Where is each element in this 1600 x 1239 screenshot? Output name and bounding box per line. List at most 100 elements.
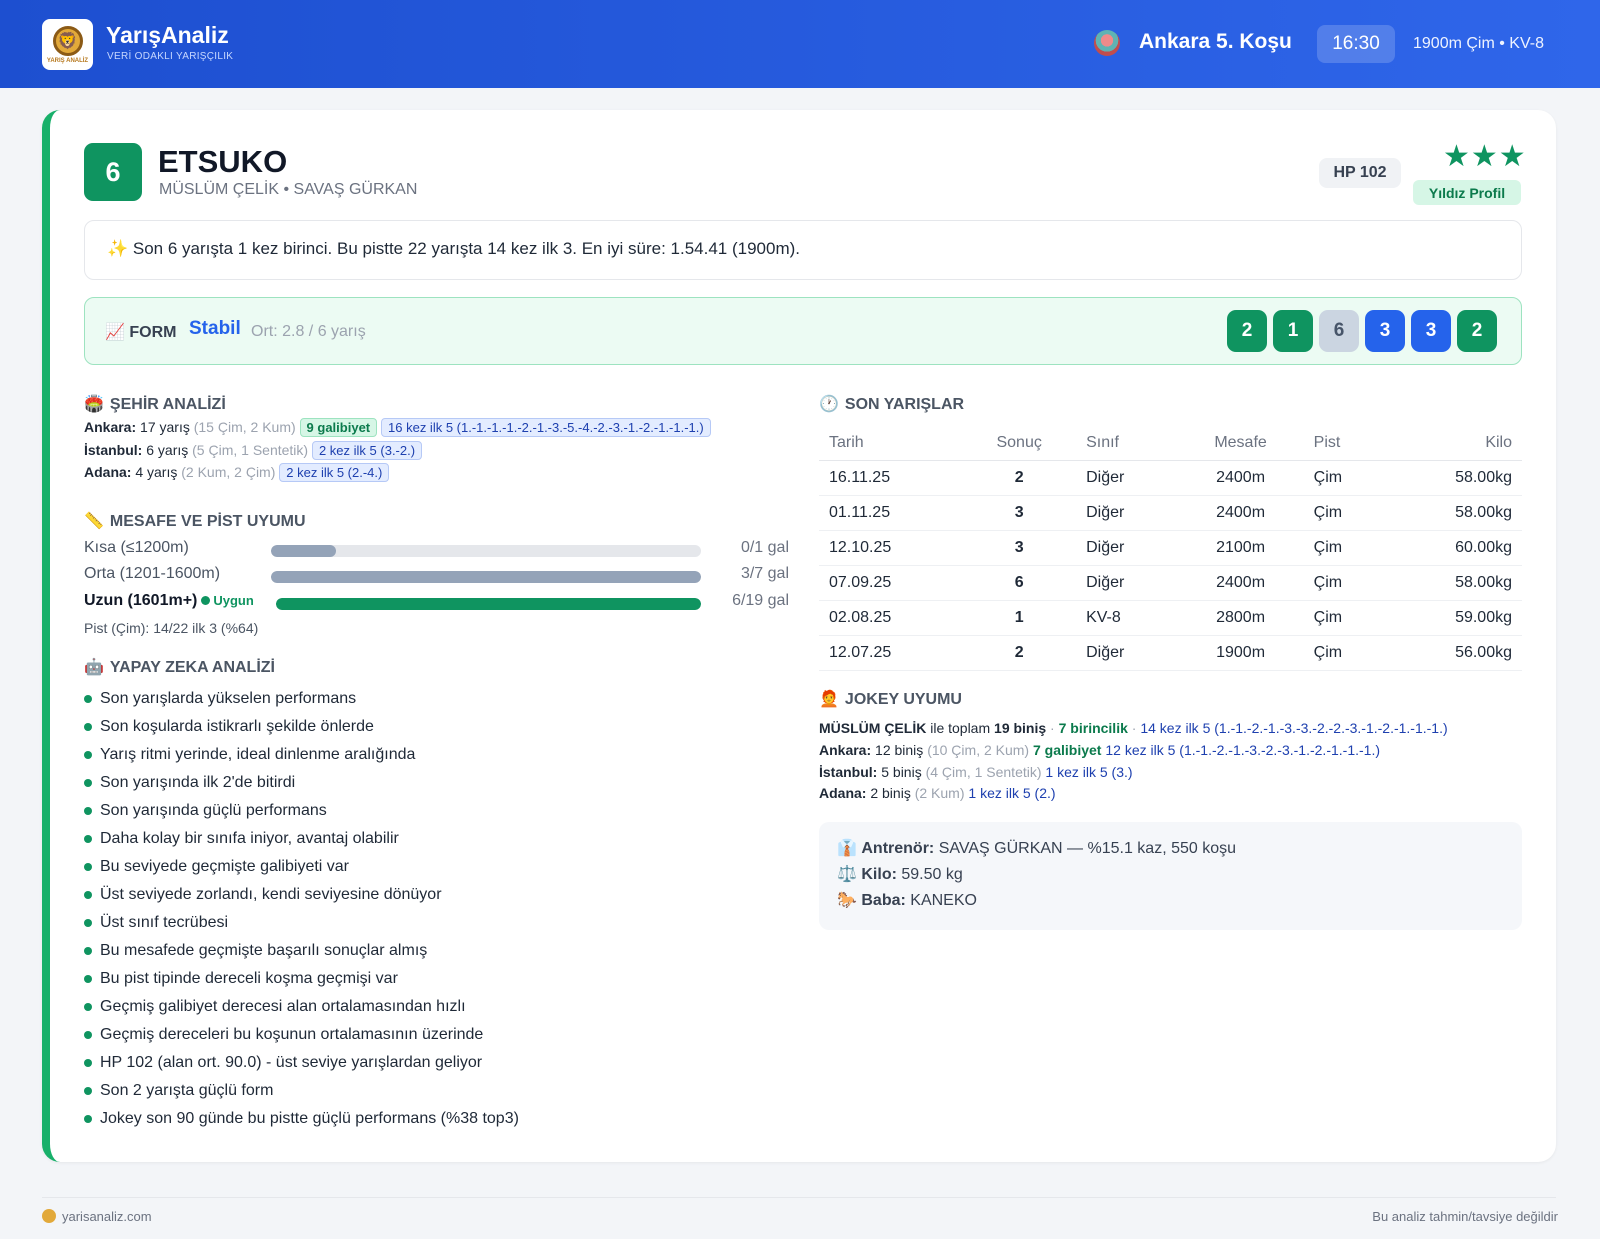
table-cell-result: 2 [962,635,1077,671]
city-row: İstanbul: 6 yarış (5 Çim, 1 Sentetik) 2 … [84,441,423,460]
robot-icon: 🤖 [84,659,104,676]
city-row: Ankara: 17 yarış (15 Çim, 2 Kum) 9 galib… [84,418,711,437]
form-average: Ort: 2.8 / 6 yarış [251,323,366,340]
form-result-ball: 3 [1411,310,1451,352]
chart-trend-icon: 📈 [105,324,125,341]
ai-insight-item: Son yarışında ilk 2'de bitirdi [84,772,519,800]
table-cell-date: 01.11.25 [819,495,963,531]
jockey-city-row: Adana: 2 biniş (2 Kum) 1 kez ilk 5 (2.) [819,785,1056,801]
table-cell-date: 07.09.25 [819,565,963,601]
recent-races-table: Tarih Sonuç Sınıf Mesafe Pist Kilo 16.11.25 2 D… [819,427,1522,671]
table-cell-track: Çim [1303,530,1388,566]
table-cell-kg: 59.00kg [1387,600,1522,636]
jockey-icon: 🧑‍🦰 [819,691,839,708]
horse-name: ETSUKO [158,144,288,179]
ruler-icon: 📏 [84,513,104,530]
jockey-city-row: İstanbul: 5 biniş (4 Çim, 1 Sentetik) 1 … [819,764,1133,780]
table-row: 12.07.25 2 Diğer 1900m Çim 56.00kg [819,635,1522,671]
track-summary: Pist (Çim): 14/22 ilk 3 (%64) [84,620,259,636]
distance-bar-fill [276,598,701,610]
brand-name[interactable]: YarışAnaliz [106,22,229,49]
suitable-badge: Uygun [201,593,254,608]
table-cell-track: Çim [1303,495,1388,531]
table-cell-date: 16.11.25 [819,460,963,496]
table-cell-track: Çim [1303,600,1388,636]
ai-insight-item: Son 2 yarışta güçlü form [84,1080,519,1108]
distance-bar [271,545,701,557]
footer-divider [42,1197,1556,1198]
column-header[interactable]: Pist [1303,427,1388,461]
form-results: 216332 [1227,310,1497,352]
horse-info-box: 👔 Antrenör: SAVAŞ GÜRKAN — %15.1 kaz, 55… [819,822,1522,930]
table-cell-kg: 60.00kg [1387,530,1522,566]
column-header[interactable]: Sınıf [1076,427,1178,461]
ai-insight-item: Daha kolay bir sınıfa iniyor, avantaj ol… [84,828,519,856]
logo-text: YARIŞ ANALİZ [46,57,89,64]
ai-insight-item: Üst seviyede zorlandı, kendi seviyesine … [84,884,519,912]
table-cell-cls: Diğer [1076,565,1178,601]
table-cell-dist: 2100m [1177,530,1304,566]
weight-line: ⚖️ Kilo: 59.50 kg [837,866,963,883]
horse-icon: 🐎 [837,892,857,909]
footer-site[interactable]: yarisanaliz.com [42,1209,152,1224]
hp-badge: HP 102 [1319,158,1401,188]
ai-insight-item: Son yarışlarda yükselen performans [84,688,519,716]
recent-races-heading: 🕐 SON YARIŞLAR [819,396,965,413]
top-bar: 🦁 YARIŞ ANALİZ YarışAnaliz VERİ ODAKLI Y… [0,0,1600,88]
table-cell-date: 12.10.25 [819,530,963,566]
jockey-city-row: Ankara: 12 biniş (10 Çim, 2 Kum) 7 galib… [819,742,1380,758]
table-cell-cls: Diğer [1076,635,1178,671]
distance-bar [276,598,701,610]
ai-analysis-heading: 🤖 YAPAY ZEKA ANALİZİ [84,659,275,676]
ai-insight-item: Bu pist tipinde dereceli koşma geçmişi v… [84,968,519,996]
column-header[interactable]: Sonuç [962,427,1077,461]
race-info: 1900m Çim • KV-8 [1413,35,1544,52]
clock-icon: 🕐 [819,396,839,413]
distance-value: 6/19 gal [732,592,789,609]
tie-icon: 👔 [837,840,857,857]
table-cell-kg: 56.00kg [1387,635,1522,671]
column-header[interactable]: Kilo [1387,427,1522,461]
ai-insight-item: Bu mesafede geçmişte başarılı sonuçlar a… [84,940,519,968]
brand-logo[interactable]: 🦁 YARIŞ ANALİZ [42,19,93,70]
race-time-badge: 16:30 [1317,25,1395,63]
distance-bar-fill [271,571,701,583]
table-cell-cls: Diğer [1076,460,1178,496]
form-result-ball: 2 [1227,310,1267,352]
top5-pill: 16 kez ilk 5 (1.-1.-1.-1.-2.-1.-3.-5.-4.… [381,418,711,437]
distance-row: Uzun (1601m+) Uygun 6/19 gal [84,590,789,614]
ai-insight-item: Geçmiş dereceleri bu koşunun ortalamasın… [84,1024,519,1052]
table-row: 16.11.25 2 Diğer 2400m Çim 58.00kg [819,460,1522,496]
summary-box: ✨ Son 6 yarışta 1 kez birinci. Bu pistte… [84,220,1522,280]
distance-row: Kısa (≤1200m) 0/1 gal [84,537,789,561]
table-cell-kg: 58.00kg [1387,460,1522,496]
top5-pill: 2 kez ilk 5 (3.-2.) [311,441,423,460]
distance-bar-fill [271,545,336,557]
top5-pill: 2 kez ilk 5 (2.-4.) [279,463,390,482]
race-hippodrome-icon [1094,30,1120,56]
status-dot-icon [201,596,211,605]
form-result-ball: 1 [1273,310,1313,352]
table-cell-result: 3 [962,530,1077,566]
column-header[interactable]: Tarih [819,427,963,461]
city-analysis-heading: 🏟️ ŞEHİR ANALİZİ [84,396,226,413]
site-logo-icon [42,1209,56,1223]
table-row: 07.09.25 6 Diğer 2400m Çim 58.00kg [819,565,1522,601]
form-label: 📈 FORM [105,324,177,341]
distance-value: 0/1 gal [740,539,789,556]
table-cell-dist: 2400m [1177,495,1304,531]
distance-label: Uzun (1601m+) Uygun [84,592,254,609]
table-cell-dist: 2800m [1177,600,1304,636]
lion-icon: 🦁 [52,25,83,56]
scale-icon: ⚖️ [837,866,857,883]
ai-insight-item: Jokey son 90 günde bu pistte güçlü perfo… [84,1108,519,1136]
column-header[interactable]: Mesafe [1177,427,1304,461]
ai-insight-list: Son yarışlarda yükselen performans Son ko… [84,688,519,1136]
table-cell-kg: 58.00kg [1387,565,1522,601]
table-cell-dist: 1900m [1177,635,1304,671]
ai-insight-item: Son yarışında güçlü performans [84,800,519,828]
star-rating-icon: ★★★ [1443,140,1527,173]
table-cell-cls: KV-8 [1076,600,1178,636]
distance-label: Orta (1201-1600m) [84,565,221,582]
jockey-summary: MÜSLÜM ÇELİK ile toplam 19 biniş · 7 bir… [819,720,1448,736]
